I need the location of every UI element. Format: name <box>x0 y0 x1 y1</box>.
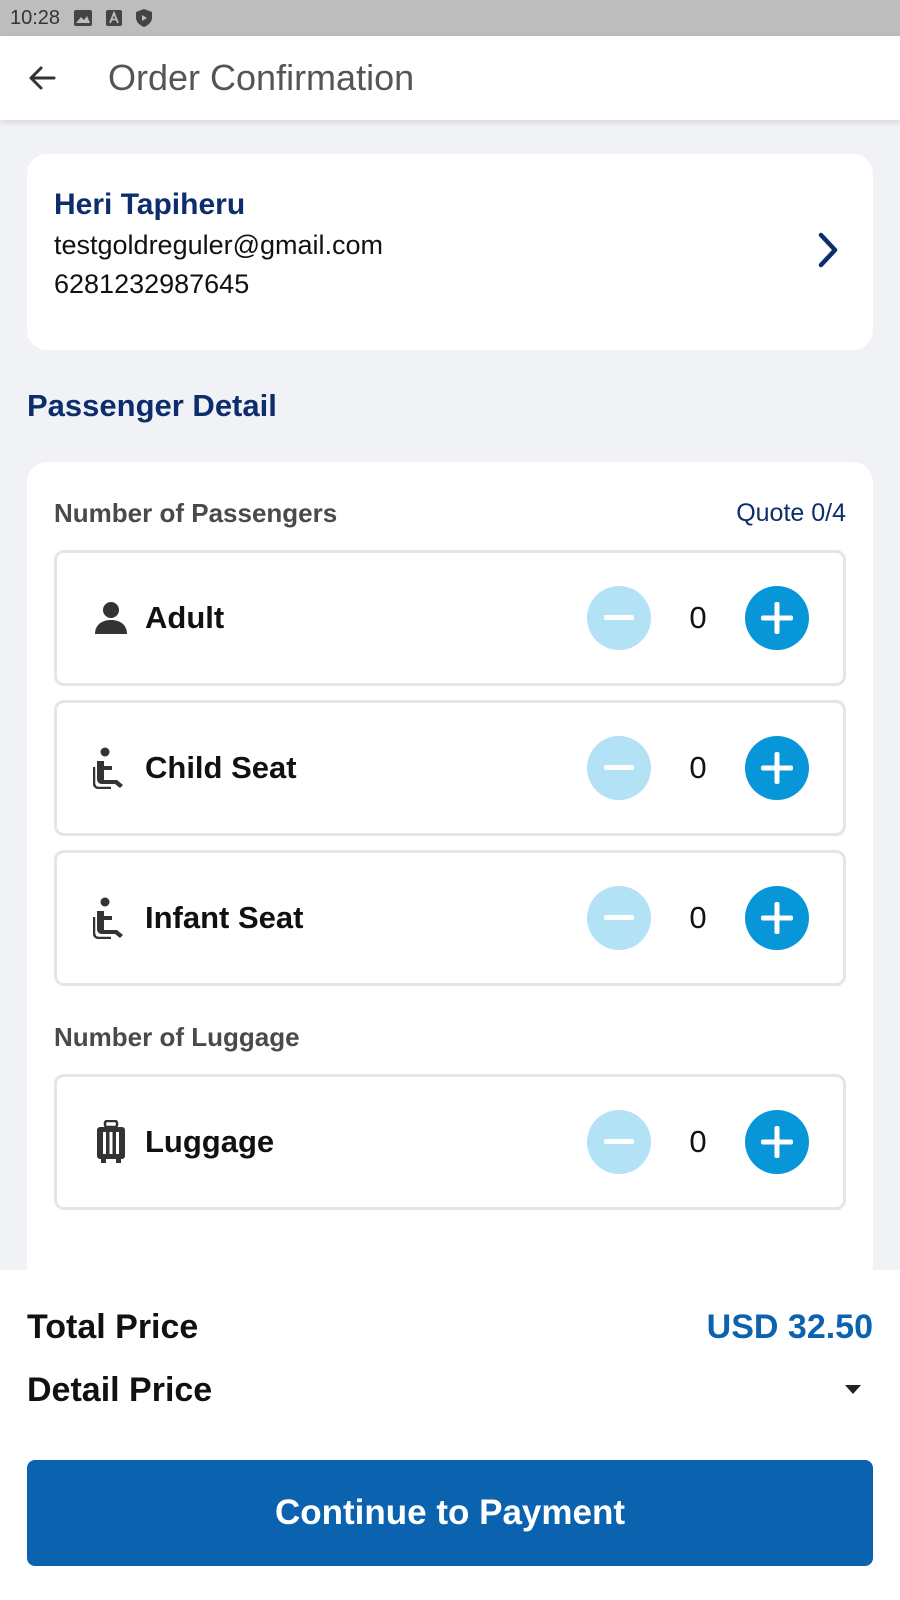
app-bar: Order Confirmation <box>0 36 900 120</box>
luggage-increment-button[interactable] <box>745 1110 809 1174</box>
image-icon <box>74 10 93 26</box>
seat-icon <box>91 896 131 940</box>
detail-price-label: Detail Price <box>27 1370 213 1409</box>
passenger-card: Number of Passengers Quote 0/4 Adult 0 C… <box>27 462 873 1270</box>
infant-seat-count: 0 <box>689 900 707 935</box>
adult-decrement-button[interactable] <box>587 586 651 650</box>
passenger-detail-title: Passenger Detail <box>27 388 277 423</box>
contact-name: Heri Tapiheru <box>54 188 246 221</box>
minus-icon <box>604 615 634 620</box>
infant-seat-label: Infant Seat <box>145 900 304 935</box>
arrow-back-icon <box>29 66 56 90</box>
quote-text: Quote 0/4 <box>736 499 846 527</box>
status-time: 10:28 <box>10 6 61 29</box>
contact-card[interactable]: Heri Tapiheru testgoldreguler@gmail.com … <box>27 154 873 350</box>
total-price-value: USD 32.50 <box>706 1308 873 1346</box>
chevron-right-icon[interactable] <box>817 232 839 273</box>
plus-icon <box>761 902 793 934</box>
minus-icon <box>604 1139 634 1144</box>
person-icon <box>91 596 131 640</box>
page-title: Order Confirmation <box>108 57 415 98</box>
child-seat-decrement-button[interactable] <box>587 736 651 800</box>
plus-icon <box>761 1126 793 1158</box>
price-summary-panel: Total Price USD 32.50 Detail Price Conti… <box>0 1270 900 1600</box>
passengers-label: Number of Passengers <box>54 498 338 528</box>
main-content: Heri Tapiheru testgoldreguler@gmail.com … <box>0 120 900 1270</box>
minus-icon <box>604 765 634 770</box>
child-seat-increment-button[interactable] <box>745 736 809 800</box>
contact-email: testgoldreguler@gmail.com <box>54 230 384 260</box>
luggage-decrement-button[interactable] <box>587 1110 651 1174</box>
caret-down-icon[interactable] <box>833 1370 873 1410</box>
plus-icon <box>761 602 793 634</box>
total-price-row: Total Price USD 32.50 <box>27 1308 873 1347</box>
infant-seat-decrement-button[interactable] <box>587 886 651 950</box>
luggage-count: 0 <box>689 1124 707 1159</box>
adult-counter: Adult 0 <box>54 550 846 686</box>
adult-label: Adult <box>145 600 225 635</box>
seat-icon <box>91 746 131 790</box>
detail-price-toggle[interactable]: Detail Price <box>27 1370 873 1410</box>
luggage-counter: Luggage 0 <box>54 1074 846 1210</box>
infant-seat-increment-button[interactable] <box>745 886 809 950</box>
adult-increment-button[interactable] <box>745 586 809 650</box>
child-seat-count: 0 <box>689 750 707 785</box>
back-button[interactable] <box>0 36 84 120</box>
luggage-label: Luggage <box>145 1124 275 1159</box>
shield-icon <box>136 9 153 27</box>
status-bar: 10:28 <box>0 0 900 36</box>
contact-phone: 6281232987645 <box>54 269 250 299</box>
luggage-header: Number of Luggage <box>54 1022 846 1053</box>
total-price-label: Total Price <box>27 1308 199 1346</box>
adult-count: 0 <box>689 600 707 635</box>
child-seat-counter: Child Seat 0 <box>54 700 846 836</box>
text-a-icon <box>106 10 123 26</box>
luggage-icon <box>91 1120 131 1164</box>
continue-to-payment-button[interactable]: Continue to Payment <box>27 1460 873 1566</box>
luggage-section-label: Number of Luggage <box>54 1022 300 1052</box>
passengers-header: Number of Passengers Quote 0/4 <box>54 498 846 529</box>
minus-icon <box>604 915 634 920</box>
infant-seat-counter: Infant Seat 0 <box>54 850 846 986</box>
plus-icon <box>761 752 793 784</box>
child-seat-label: Child Seat <box>145 750 297 785</box>
